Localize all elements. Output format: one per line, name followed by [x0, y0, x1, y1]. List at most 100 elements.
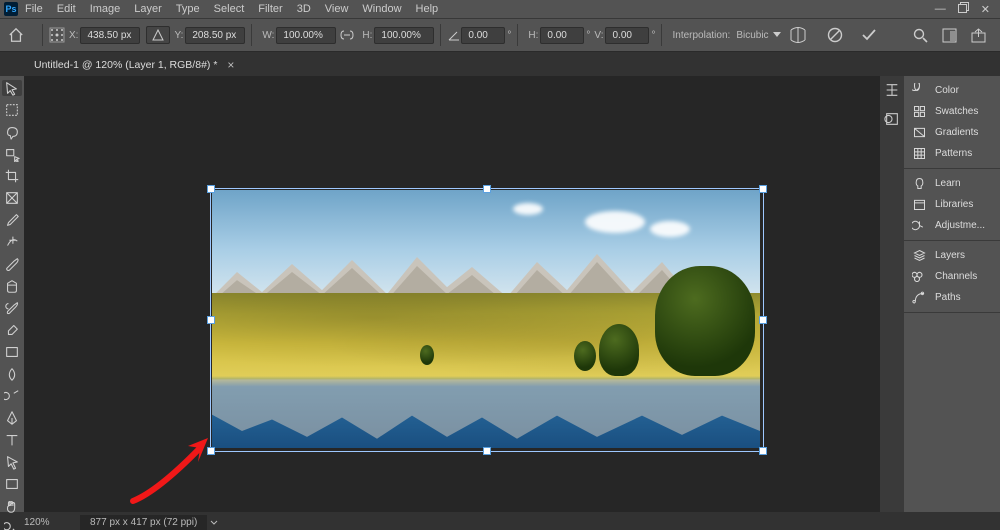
panel-label: Learn: [935, 178, 961, 189]
close-button[interactable]: ✕: [975, 3, 996, 16]
handle-top-right[interactable]: [759, 185, 767, 193]
move-tool[interactable]: [2, 80, 22, 96]
workspace-icon[interactable]: [942, 28, 957, 43]
lasso-tool[interactable]: [2, 124, 22, 140]
patterns-panel[interactable]: Patterns: [904, 143, 1000, 164]
minimize-button[interactable]: —: [929, 3, 952, 15]
panel-label: Layers: [935, 250, 965, 261]
warp-icon[interactable]: [789, 27, 807, 43]
menu-file[interactable]: File: [18, 3, 50, 15]
channels-panel-icon: [912, 269, 927, 284]
panel-label: Swatches: [935, 106, 978, 117]
menu-edit[interactable]: Edit: [50, 3, 83, 15]
zoom-tool[interactable]: [2, 520, 22, 530]
panel-label: Gradients: [935, 127, 978, 138]
guides-icon[interactable]: [884, 82, 900, 101]
menu-image[interactable]: Image: [83, 3, 128, 15]
doc-dimensions[interactable]: 877 px x 417 px (72 ppi): [80, 515, 207, 530]
menu-select[interactable]: Select: [207, 3, 252, 15]
handle-bottom-left[interactable]: [207, 447, 215, 455]
panel-label: Color: [935, 85, 959, 96]
h-label: H:: [362, 30, 372, 41]
canvas-area[interactable]: [24, 76, 880, 512]
layers-panel-icon: [912, 248, 927, 263]
zoom-input[interactable]: 120%: [24, 517, 70, 528]
rel-position-icon[interactable]: [146, 26, 170, 44]
interp-dropdown[interactable]: Bicubic: [736, 30, 780, 41]
menu-3d[interactable]: 3D: [290, 3, 318, 15]
menu-view[interactable]: View: [318, 3, 356, 15]
home-icon[interactable]: [8, 27, 24, 43]
close-tab-icon[interactable]: ×: [227, 58, 234, 72]
search-icon[interactable]: [913, 28, 928, 43]
type-tool[interactable]: [2, 432, 22, 448]
clone-tool[interactable]: [2, 278, 22, 294]
mask-icon[interactable]: [884, 111, 900, 130]
reference-point-icon[interactable]: [49, 27, 65, 43]
angle-icon[interactable]: [447, 28, 461, 42]
y-input[interactable]: 208.50 px: [185, 27, 245, 44]
libraries-panel[interactable]: Libraries: [904, 194, 1000, 215]
share-icon[interactable]: [971, 28, 986, 43]
gradient-tool[interactable]: [2, 344, 22, 360]
channels-panel[interactable]: Channels: [904, 266, 1000, 287]
cancel-icon[interactable]: [827, 27, 843, 43]
brush-tool[interactable]: [2, 256, 22, 272]
eyedropper-tool[interactable]: [2, 212, 22, 228]
history-brush-tool[interactable]: [2, 300, 22, 316]
y-label: Y:: [174, 30, 183, 41]
learn-panel-icon: [912, 176, 927, 191]
commit-icon[interactable]: [861, 27, 877, 43]
blur-tool[interactable]: [2, 366, 22, 382]
document-tab[interactable]: Untitled-1 @ 120% (Layer 1, RGB/8#) * ×: [24, 53, 244, 76]
options-bar: X: 438.50 px Y: 208.50 px W: 100.00% H: …: [0, 18, 1000, 52]
learn-panel[interactable]: Learn: [904, 173, 1000, 194]
libraries-panel-icon: [912, 197, 927, 212]
swatches-panel[interactable]: Swatches: [904, 101, 1000, 122]
crop-tool[interactable]: [2, 168, 22, 184]
handle-mid-right[interactable]: [759, 316, 767, 324]
h-input[interactable]: 100.00%: [374, 27, 434, 44]
restore-button[interactable]: [952, 2, 975, 16]
eraser-tool[interactable]: [2, 322, 22, 338]
layers-panel[interactable]: Layers: [904, 245, 1000, 266]
interp-label: Interpolation:: [672, 30, 730, 41]
right-panel-dock: Color Swatches Gradients Patterns Learn Libra…: [904, 76, 1000, 512]
gradients-panel[interactable]: Gradients: [904, 122, 1000, 143]
patterns-panel-icon: [912, 146, 927, 161]
w-input[interactable]: 100.00%: [276, 27, 336, 44]
panel-label: Libraries: [935, 199, 973, 210]
paths-panel-icon: [912, 290, 927, 305]
menu-window[interactable]: Window: [355, 3, 408, 15]
handle-bottom-right[interactable]: [759, 447, 767, 455]
menu-help[interactable]: Help: [409, 3, 446, 15]
vskew-input[interactable]: 0.00: [605, 27, 649, 44]
x-label: X:: [69, 30, 78, 41]
hskew-label: H:: [528, 30, 538, 41]
handle-bottom-mid[interactable]: [483, 447, 491, 455]
menu-layer[interactable]: Layer: [127, 3, 169, 15]
app-logo: Ps: [4, 2, 18, 16]
frame-tool[interactable]: [2, 190, 22, 206]
panel-label: Adjustme...: [935, 220, 985, 231]
hand-tool[interactable]: [2, 498, 22, 514]
color-panel[interactable]: Color: [904, 80, 1000, 101]
pen-tool[interactable]: [2, 410, 22, 426]
paths-panel[interactable]: Paths: [904, 287, 1000, 308]
healing-tool[interactable]: [2, 234, 22, 250]
hskew-input[interactable]: 0.00: [540, 27, 584, 44]
dodge-tool[interactable]: [2, 388, 22, 404]
status-bar: 120% 877 px x 417 px (72 ppi): [0, 512, 1000, 530]
shape-tool[interactable]: [2, 476, 22, 492]
marquee-tool[interactable]: [2, 102, 22, 118]
link-icon[interactable]: [339, 28, 355, 42]
adjustments-panel[interactable]: Adjustme...: [904, 215, 1000, 236]
image-layer[interactable]: [212, 190, 760, 448]
adjustments-panel-icon: [912, 218, 927, 233]
path-select-tool[interactable]: [2, 454, 22, 470]
angle-input[interactable]: 0.00: [461, 27, 505, 44]
menu-type[interactable]: Type: [169, 3, 207, 15]
x-input[interactable]: 438.50 px: [80, 27, 140, 44]
object-select-tool[interactable]: [2, 146, 22, 162]
menu-filter[interactable]: Filter: [251, 3, 289, 15]
